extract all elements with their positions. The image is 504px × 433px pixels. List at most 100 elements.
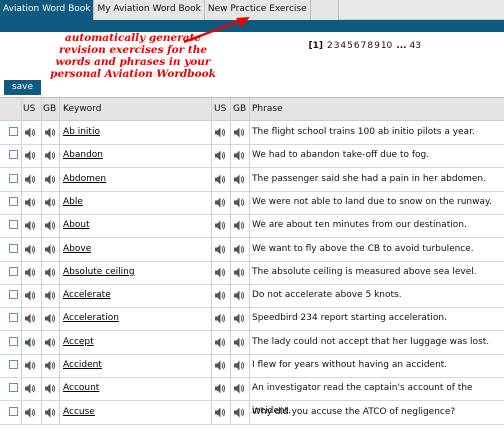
speaker-icon[interactable] xyxy=(234,383,245,397)
speaker-icon[interactable] xyxy=(215,150,226,164)
speaker-icon[interactable] xyxy=(25,360,36,374)
table-row: Above We want to fly above the CB to avoi… xyxy=(0,237,504,262)
speaker-icon[interactable] xyxy=(25,127,36,141)
keyword-link[interactable]: Absolute ceiling xyxy=(63,261,135,284)
row-checkbox[interactable] xyxy=(9,313,18,323)
keyword-link[interactable]: Accelerate xyxy=(63,284,111,307)
speaker-icon[interactable] xyxy=(234,244,245,258)
keyword-link[interactable]: Accept xyxy=(63,331,94,354)
speaker-icon[interactable] xyxy=(25,313,36,327)
page-link[interactable]: 5 xyxy=(347,41,353,51)
speaker-icon[interactable] xyxy=(234,127,245,141)
phrase-text: The passenger said she had a pain in her… xyxy=(252,173,486,184)
save-button[interactable]: save xyxy=(4,80,41,95)
row-checkbox[interactable] xyxy=(9,360,18,369)
speaker-icon[interactable] xyxy=(25,383,36,397)
keyword-link[interactable]: Above xyxy=(63,238,91,261)
speaker-icon[interactable] xyxy=(45,360,56,374)
column-divider xyxy=(249,400,250,424)
row-checkbox[interactable] xyxy=(9,383,18,393)
column-divider xyxy=(59,330,60,354)
speaker-icon[interactable] xyxy=(215,383,226,397)
row-checkbox[interactable] xyxy=(9,150,18,160)
page-link[interactable]: 10 xyxy=(381,41,392,51)
speaker-icon[interactable] xyxy=(45,174,56,188)
row-checkbox[interactable] xyxy=(9,220,18,230)
page-link[interactable]: 9 xyxy=(374,41,380,51)
speaker-icon[interactable] xyxy=(215,220,226,234)
keyword-link[interactable]: Accuse xyxy=(63,401,95,424)
column-divider xyxy=(41,400,42,424)
speaker-icon[interactable] xyxy=(45,220,56,234)
speaker-icon[interactable] xyxy=(234,197,245,211)
phrase-text: The flight school trains 100 ab initio p… xyxy=(252,127,475,137)
speaker-icon[interactable] xyxy=(234,220,245,234)
page-link-last[interactable]: 43 xyxy=(410,41,421,51)
speaker-icon[interactable] xyxy=(215,244,226,258)
speaker-icon[interactable] xyxy=(234,267,245,281)
speaker-icon[interactable] xyxy=(234,290,245,304)
speaker-icon[interactable] xyxy=(45,127,56,141)
speaker-icon[interactable] xyxy=(215,290,226,304)
keyword-link[interactable]: Ab initio xyxy=(63,121,100,144)
page-link[interactable]: 7 xyxy=(361,41,367,51)
speaker-icon[interactable] xyxy=(45,313,56,327)
row-checkbox[interactable] xyxy=(9,196,18,206)
row-checkbox[interactable] xyxy=(9,266,18,276)
row-checkbox[interactable] xyxy=(9,406,18,416)
speaker-icon[interactable] xyxy=(215,267,226,281)
keyword-link[interactable]: Abdomen xyxy=(63,168,106,191)
speaker-icon[interactable] xyxy=(234,360,245,374)
speaker-icon[interactable] xyxy=(215,407,226,421)
speaker-icon[interactable] xyxy=(25,290,36,304)
page-link[interactable]: 4 xyxy=(340,41,346,51)
speaker-icon[interactable] xyxy=(215,337,226,351)
speaker-icon[interactable] xyxy=(234,150,245,164)
speaker-icon[interactable] xyxy=(25,267,36,281)
keyword-link[interactable]: Account xyxy=(63,377,99,400)
row-checkbox[interactable] xyxy=(9,290,18,300)
speaker-icon[interactable] xyxy=(45,244,56,258)
keyword-link[interactable]: Abandon xyxy=(63,144,103,167)
page-link[interactable]: 6 xyxy=(354,41,360,51)
keyword-link[interactable]: Acceleration xyxy=(63,307,119,330)
speaker-icon[interactable] xyxy=(234,407,245,421)
row-checkbox[interactable] xyxy=(9,127,18,136)
column-divider xyxy=(21,330,22,354)
tab-aviation-word-book[interactable]: Aviation Word Book xyxy=(0,0,95,20)
speaker-icon[interactable] xyxy=(25,244,36,258)
tab-blank[interactable] xyxy=(310,0,339,20)
page-link[interactable]: 3 xyxy=(334,41,340,51)
speaker-icon[interactable] xyxy=(25,220,36,234)
page-link[interactable]: 8 xyxy=(367,41,373,51)
speaker-icon[interactable] xyxy=(45,383,56,397)
speaker-icon[interactable] xyxy=(45,337,56,351)
column-divider xyxy=(21,260,22,284)
speaker-icon[interactable] xyxy=(234,337,245,351)
row-checkbox[interactable] xyxy=(9,243,18,253)
column-divider xyxy=(230,121,231,144)
speaker-icon[interactable] xyxy=(45,290,56,304)
speaker-icon[interactable] xyxy=(45,407,56,421)
speaker-icon[interactable] xyxy=(25,337,36,351)
keyword-link[interactable]: Able xyxy=(63,191,83,214)
row-checkbox[interactable] xyxy=(9,336,18,346)
speaker-icon[interactable] xyxy=(45,267,56,281)
row-checkbox[interactable] xyxy=(9,173,18,183)
speaker-icon[interactable] xyxy=(45,197,56,211)
speaker-icon[interactable] xyxy=(25,407,36,421)
speaker-icon[interactable] xyxy=(215,313,226,327)
keyword-link[interactable]: Accident xyxy=(63,354,102,377)
keyword-link[interactable]: About xyxy=(63,214,90,237)
speaker-icon[interactable] xyxy=(215,360,226,374)
speaker-icon[interactable] xyxy=(25,197,36,211)
speaker-icon[interactable] xyxy=(215,174,226,188)
speaker-icon[interactable] xyxy=(234,174,245,188)
speaker-icon[interactable] xyxy=(25,174,36,188)
speaker-icon[interactable] xyxy=(234,313,245,327)
speaker-icon[interactable] xyxy=(215,127,226,141)
speaker-icon[interactable] xyxy=(45,150,56,164)
speaker-icon[interactable] xyxy=(215,197,226,211)
page-link[interactable]: 2 xyxy=(327,41,333,51)
speaker-icon[interactable] xyxy=(25,150,36,164)
